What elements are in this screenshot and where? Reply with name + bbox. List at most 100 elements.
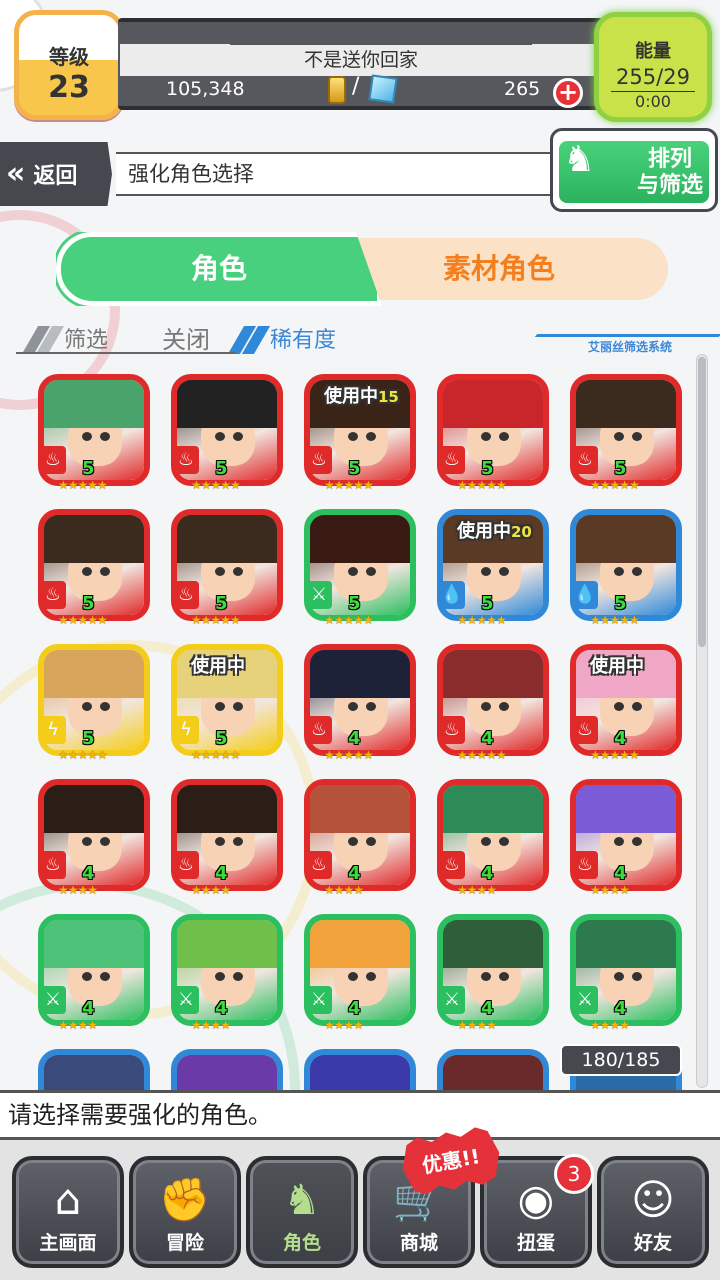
character-card[interactable]: ♨ 4 ★★★★	[570, 779, 682, 901]
portrait-eye	[366, 702, 376, 711]
in-use-label: 使用中	[590, 656, 644, 677]
character-level: 5	[82, 593, 95, 614]
character-card[interactable]: ♨ 4 ★★★★	[171, 779, 283, 901]
nav-handshake-button[interactable]: ✊ 冒险	[129, 1156, 241, 1268]
scrollbar[interactable]	[696, 354, 708, 1088]
character-card[interactable]: ⚔ 5 ★★★★★	[304, 509, 416, 631]
character-level: 4	[82, 998, 95, 1019]
back-button[interactable]: « 返回	[0, 142, 112, 206]
level-box: 等级 23	[14, 10, 124, 120]
fire-attribute-icon: ♨	[173, 851, 199, 879]
portrait-eye	[100, 432, 110, 441]
character-card[interactable]: 💧	[437, 1049, 549, 1090]
handshake-icon: ✊	[158, 1175, 212, 1224]
portrait-eye	[481, 837, 491, 846]
character-level: 4	[215, 863, 228, 884]
tab-material-characters[interactable]: 素材角色	[330, 238, 668, 300]
fire-attribute-icon: ♨	[306, 851, 332, 879]
character-card[interactable]: ϟ 5 ★★★★★ 使用中	[171, 644, 283, 766]
character-card[interactable]: ♨ 5 ★★★★★	[38, 509, 150, 631]
nav-label: 商城	[399, 1232, 438, 1254]
currency-separator: /	[352, 74, 360, 99]
portrait-hair	[310, 1055, 410, 1090]
character-card[interactable]: 💧	[171, 1049, 283, 1090]
character-card[interactable]: 💧 5 ★★★★★ 使用中20	[437, 509, 549, 631]
portrait-eye	[632, 837, 642, 846]
character-card[interactable]: ⚔ 4 ★★★★	[570, 914, 682, 1036]
portrait-eye	[632, 432, 642, 441]
character-card[interactable]: ♨ 4 ★★★★	[38, 779, 150, 901]
filter-toggle[interactable]: 关闭	[162, 320, 210, 355]
thunder-attribute-icon: ϟ	[173, 716, 199, 744]
character-card[interactable]: ♨ 5 ★★★★★	[38, 374, 150, 496]
notification-badge: 3	[554, 1154, 594, 1194]
portrait-hair	[443, 920, 543, 968]
nav-rabbit-button[interactable]: ♞ 角色	[246, 1156, 358, 1268]
portrait-hair	[443, 380, 543, 428]
energy-value: 255/29	[616, 65, 690, 89]
portrait-eye	[233, 837, 243, 846]
character-card[interactable]: 💧	[304, 1049, 416, 1090]
energy-box[interactable]: 能量 255/29 0:00	[594, 12, 712, 122]
character-card[interactable]: ⚔ 4 ★★★★	[38, 914, 150, 1036]
rarity-stars: ★★★★	[58, 883, 98, 897]
portrait-eye	[82, 567, 92, 576]
character-card[interactable]: ⚔ 4 ★★★★	[171, 914, 283, 1036]
character-level: 5	[82, 458, 95, 479]
portrait-eye	[100, 837, 110, 846]
level-value: 23	[48, 70, 90, 105]
character-frame	[38, 1049, 150, 1090]
portrait-eye	[614, 837, 624, 846]
portrait-hair	[576, 920, 676, 968]
in-use-label: 使用中20	[457, 521, 532, 542]
filter-system-label: 艾丽丝筛选系统	[588, 340, 673, 354]
portrait-hair	[44, 920, 144, 968]
character-card[interactable]: ♨ 4 ★★★★★ 使用中	[570, 644, 682, 766]
thunder-attribute-icon: ϟ	[40, 716, 66, 744]
character-level: 5	[348, 458, 361, 479]
portrait-eye	[215, 432, 225, 441]
sort-filter-button[interactable]: ♞ 排列 与筛选	[550, 128, 718, 212]
character-level: 5	[215, 458, 228, 479]
rarity-stars: ★★★★★	[58, 613, 108, 627]
portrait-eye	[499, 837, 509, 846]
party-number: 20	[511, 523, 532, 541]
fire-attribute-icon: ♨	[173, 581, 199, 609]
portrait-hair	[443, 650, 543, 698]
character-level: 4	[348, 998, 361, 1019]
character-card[interactable]: ♨ 4 ★★★★	[304, 779, 416, 901]
rarity-stars: ★★★★	[191, 1018, 231, 1032]
wind-attribute-icon: ⚔	[173, 986, 199, 1014]
nav-home-button[interactable]: ⌂ 主画面	[12, 1156, 124, 1268]
portrait-hair	[310, 785, 410, 833]
scrollbar-thumb[interactable]	[698, 357, 706, 647]
character-card[interactable]: 💧	[38, 1049, 150, 1090]
character-card[interactable]: ♨ 4 ★★★★★	[437, 644, 549, 766]
character-level: 4	[215, 998, 228, 1019]
portrait-eye	[348, 702, 358, 711]
character-card[interactable]: 💧 5 ★★★★★	[570, 509, 682, 631]
character-level: 4	[614, 863, 627, 884]
character-card[interactable]: ⚔ 4 ★★★★	[437, 914, 549, 1036]
portrait-eye	[100, 567, 110, 576]
portrait-eye	[481, 567, 491, 576]
nav-friends-button[interactable]: ☺ 好友	[597, 1156, 709, 1268]
rarity-stars: ★★★★	[58, 1018, 98, 1032]
filter-label: 筛选	[64, 328, 109, 353]
buy-stones-button[interactable]: +	[553, 78, 583, 108]
character-card[interactable]: ♨ 5 ★★★★★	[171, 509, 283, 631]
character-card[interactable]: ♨ 5 ★★★★★	[570, 374, 682, 496]
character-card[interactable]: ⚔ 4 ★★★★	[304, 914, 416, 1036]
character-card[interactable]: ϟ 5 ★★★★★	[38, 644, 150, 766]
character-card[interactable]: ♨ 4 ★★★★★	[304, 644, 416, 766]
sort-key-rarity[interactable]: 稀有度	[270, 322, 336, 354]
character-card[interactable]: ♨ 5 ★★★★★ 使用中15	[304, 374, 416, 496]
character-level: 4	[348, 863, 361, 884]
portrait-eye	[481, 702, 491, 711]
character-card[interactable]: ♨ 4 ★★★★	[437, 779, 549, 901]
portrait-hair	[44, 650, 144, 698]
portrait-hair	[177, 380, 277, 428]
tab-characters[interactable]: 角色	[56, 232, 382, 306]
character-card[interactable]: ♨ 5 ★★★★★	[171, 374, 283, 496]
character-card[interactable]: ♨ 5 ★★★★★	[437, 374, 549, 496]
